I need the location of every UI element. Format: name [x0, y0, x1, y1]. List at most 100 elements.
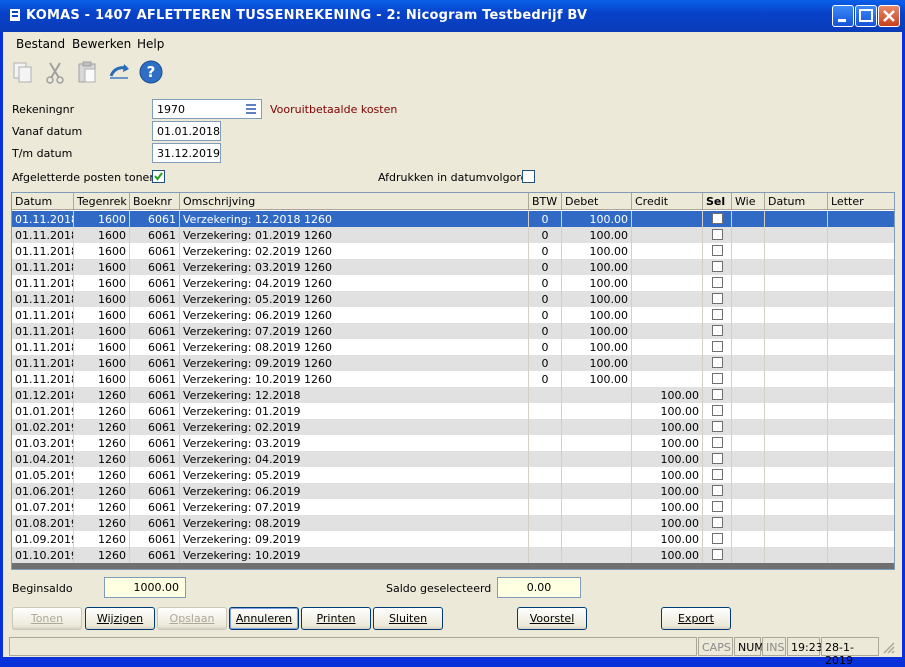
table-row[interactable]: 01.11.2018 1600 6061 Verzekering: 06.2019 1… — [12, 307, 894, 323]
table-cell — [529, 451, 562, 467]
rekening-omschrijving: Vooruitbetaalde kosten — [270, 103, 398, 116]
table-cell — [828, 355, 894, 371]
maximize-button[interactable] — [855, 5, 877, 27]
table-row[interactable]: 01.08.2019 1260 6061 Verzekering: 08.2019 10… — [12, 515, 894, 531]
table-row[interactable]: 01.11.2018 1600 6061 Verzekering: 05.2019 1… — [12, 291, 894, 307]
table-cell — [765, 419, 828, 435]
postings-grid[interactable]: Datum Tegenrek Boeknr Omschrijving BTW D… — [11, 192, 895, 570]
table-row[interactable]: 01.12.2018 1260 6061 Verzekering: 12.2018 10… — [12, 387, 894, 403]
sel-checkbox[interactable] — [712, 405, 723, 416]
table-row[interactable]: 01.11.2018 1600 6061 Verzekering: 04.2019 1… — [12, 275, 894, 291]
table-cell — [562, 419, 632, 435]
col-credit[interactable]: Credit — [632, 193, 703, 210]
sel-checkbox[interactable] — [712, 261, 723, 272]
opslaan-button[interactable]: Opslaan — [157, 607, 227, 630]
tm-datum-label: T/m datum — [12, 147, 73, 160]
paste-button[interactable] — [73, 58, 101, 86]
sel-checkbox[interactable] — [712, 277, 723, 288]
table-cell: 01.11.2018 — [12, 243, 74, 259]
sel-checkbox[interactable] — [712, 229, 723, 240]
help-button[interactable]: ? — [137, 58, 165, 86]
table-row[interactable]: 01.11.2018 1600 6061 Verzekering: 03.2019 1… — [12, 259, 894, 275]
table-row[interactable]: 01.03.2019 1260 6061 Verzekering: 03.2019 10… — [12, 435, 894, 451]
table-cell: 0 — [529, 211, 562, 227]
sel-checkbox[interactable] — [712, 373, 723, 384]
col-boeknr[interactable]: Boeknr — [130, 193, 180, 210]
table-row[interactable]: 01.10.2019 1260 6061 Verzekering: 10.2019 10… — [12, 547, 894, 563]
table-row[interactable]: 01.01.2019 1260 6061 Verzekering: 01.2019 10… — [12, 403, 894, 419]
col-wie[interactable]: Wie — [732, 193, 765, 210]
sel-checkbox[interactable] — [712, 325, 723, 336]
tonen-button[interactable]: Tonen — [12, 607, 82, 630]
sel-checkbox[interactable] — [712, 501, 723, 512]
title-bar[interactable]: KOMAS - 1407 AFLETTEREN TUSSENREKENING -… — [0, 0, 905, 32]
sel-checkbox[interactable] — [712, 421, 723, 432]
col-debet[interactable]: Debet — [562, 193, 632, 210]
sel-checkbox[interactable] — [712, 485, 723, 496]
col-datum-afgeletterd[interactable]: Datum — [765, 193, 828, 210]
sel-checkbox[interactable] — [712, 437, 723, 448]
afgeletterd-checkbox[interactable] — [152, 170, 165, 183]
sel-checkbox[interactable] — [712, 389, 723, 400]
sel-checkbox[interactable] — [712, 533, 723, 544]
afdrukken-checkbox[interactable] — [522, 170, 535, 183]
table-cell: 0 — [529, 291, 562, 307]
table-row[interactable]: 01.11.2018 1600 6061 Verzekering: 10.2019 1… — [12, 371, 894, 387]
sel-checkbox[interactable] — [712, 357, 723, 368]
table-row[interactable]: 01.11.2018 1600 6061 Verzekering: 02.2019 1… — [12, 243, 894, 259]
vanaf-datum-input[interactable]: 01.01.2018 — [152, 121, 221, 141]
col-datum[interactable]: Datum — [12, 193, 74, 210]
table-row[interactable]: 01.06.2019 1260 6061 Verzekering: 06.2019 10… — [12, 483, 894, 499]
close-button[interactable] — [878, 5, 900, 27]
annuleren-button[interactable]: Annuleren — [229, 607, 299, 630]
col-tegenrek[interactable]: Tegenrek — [74, 193, 130, 210]
table-cell: 6061 — [130, 339, 180, 355]
copy-button[interactable] — [9, 58, 37, 86]
sel-checkbox[interactable] — [712, 245, 723, 256]
table-row[interactable]: 01.11.2018 1600 6061 Verzekering: 07.2019 1… — [12, 323, 894, 339]
sel-checkbox[interactable] — [712, 293, 723, 304]
export-button[interactable]: Export — [661, 607, 731, 630]
sel-checkbox[interactable] — [712, 453, 723, 464]
table-row[interactable]: 01.05.2019 1260 6061 Verzekering: 05.2019 10… — [12, 467, 894, 483]
menu-bewerken[interactable]: Bewerken — [72, 37, 131, 51]
table-cell: Verzekering: 06.2019 1260 — [180, 307, 529, 323]
table-cell: 6061 — [130, 243, 180, 259]
col-sel[interactable]: Sel — [703, 193, 732, 210]
menu-bar: Bestand Bewerken Help — [3, 32, 902, 54]
table-cell — [632, 371, 703, 387]
table-row[interactable]: 01.11.2018 1600 6061 Verzekering: 12.2018 1… — [12, 211, 894, 227]
sel-checkbox[interactable] — [712, 213, 723, 224]
undo-button[interactable] — [105, 58, 133, 86]
table-row[interactable]: 01.04.2019 1260 6061 Verzekering: 04.2019 10… — [12, 451, 894, 467]
table-cell: 100.00 — [562, 211, 632, 227]
wijzigen-button[interactable]: Wijzigen — [85, 607, 155, 630]
table-row[interactable]: 01.11.2018 1600 6061 Verzekering: 01.2019 1… — [12, 227, 894, 243]
col-btw[interactable]: BTW — [529, 193, 562, 210]
sel-checkbox[interactable] — [712, 309, 723, 320]
sel-checkbox[interactable] — [712, 517, 723, 528]
col-omschrijving[interactable]: Omschrijving — [180, 193, 529, 210]
table-row[interactable]: 01.07.2019 1260 6061 Verzekering: 07.2019 10… — [12, 499, 894, 515]
table-row[interactable]: 01.11.2018 1600 6061 Verzekering: 09.2019 1… — [12, 355, 894, 371]
menu-bestand[interactable]: Bestand — [16, 37, 65, 51]
table-row[interactable]: 01.09.2019 1260 6061 Verzekering: 09.2019 10… — [12, 531, 894, 547]
copy-icon — [13, 62, 32, 83]
menu-help[interactable]: Help — [137, 37, 164, 51]
col-letter[interactable]: Letter — [828, 193, 894, 210]
voorstel-button[interactable]: Voorstel — [517, 607, 587, 630]
table-row[interactable]: 01.11.2018 1600 6061 Verzekering: 08.2019 1… — [12, 339, 894, 355]
printen-button[interactable]: Printen — [301, 607, 371, 630]
tm-datum-input[interactable]: 31.12.2019 — [152, 143, 221, 163]
sel-checkbox[interactable] — [712, 549, 723, 560]
sluiten-button[interactable]: Sluiten — [373, 607, 443, 630]
minimize-button[interactable] — [832, 5, 854, 27]
resize-grip-icon[interactable] — [881, 640, 895, 654]
table-row[interactable]: 01.02.2019 1260 6061 Verzekering: 02.2019 10… — [12, 419, 894, 435]
table-cell — [828, 483, 894, 499]
status-message — [9, 637, 697, 656]
cut-button[interactable] — [41, 58, 69, 86]
rekeningnr-lookup-button[interactable] — [241, 100, 261, 118]
sel-checkbox[interactable] — [712, 341, 723, 352]
sel-checkbox[interactable] — [712, 469, 723, 480]
